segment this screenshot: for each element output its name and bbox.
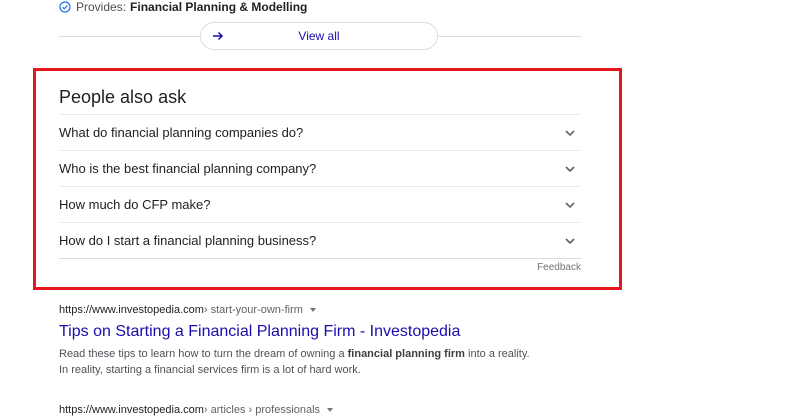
result-domain: https://www.investopedia.com: [59, 404, 204, 416]
search-results-page: Provides: Financial Planning & Modelling…: [0, 0, 800, 420]
paa-question-text: Who is the best financial planning compa…: [59, 161, 317, 176]
feedback-link[interactable]: Feedback: [537, 262, 581, 273]
result-cite[interactable]: https://www.investopedia.com › start-you…: [59, 303, 579, 317]
check-circle-icon: [59, 1, 71, 13]
paa-question-4[interactable]: How do I start a financial planning busi…: [59, 223, 581, 258]
paa-question-3[interactable]: How much do CFP make?: [59, 187, 581, 223]
result-path: › articles › professionals: [203, 404, 321, 416]
provides-value: Financial Planning & Modelling: [130, 0, 308, 14]
result-domain: https://www.investopedia.com: [59, 304, 204, 316]
view-all-button[interactable]: View all: [200, 22, 438, 50]
snippet-bold: financial planning firm: [347, 348, 465, 360]
chevron-down-icon: [565, 129, 575, 136]
paa-question-2[interactable]: Who is the best financial planning compa…: [59, 151, 581, 187]
search-result: https://www.investopedia.com › articles …: [59, 403, 579, 417]
view-all-label: View all: [298, 29, 340, 43]
people-also-ask: People also ask What do financial planni…: [59, 86, 581, 273]
provides-line: Provides: Financial Planning & Modelling: [59, 0, 307, 14]
paa-question-1[interactable]: What do financial planning companies do?: [59, 115, 581, 151]
snippet-text: Read these tips to learn how to turn the…: [59, 348, 348, 360]
paa-question-text: How much do CFP make?: [59, 197, 211, 212]
arrow-right-icon: [213, 31, 224, 41]
snippet-text: into a reality.: [464, 348, 530, 360]
chevron-down-icon: [565, 201, 575, 208]
provides-label: Provides:: [76, 0, 127, 14]
search-result: https://www.investopedia.com › start-you…: [59, 303, 579, 378]
caret-down-icon[interactable]: [309, 306, 317, 314]
chevron-down-icon: [565, 237, 575, 244]
result-title-link[interactable]: Tips on Starting a Financial Planning Fi…: [59, 322, 579, 342]
chevron-down-icon: [565, 165, 575, 172]
paa-title: People also ask: [59, 87, 187, 107]
snippet-text: In reality, starting a financial service…: [59, 364, 361, 376]
paa-question-text: What do financial planning companies do?: [59, 125, 304, 140]
result-snippet: Read these tips to learn how to turn the…: [59, 346, 579, 378]
paa-feedback-row: Feedback: [59, 258, 581, 273]
paa-list: What do financial planning companies do?…: [59, 114, 581, 258]
result-cite[interactable]: https://www.investopedia.com › articles …: [59, 403, 579, 417]
result-path: › start-your-own-firm: [203, 304, 303, 316]
caret-down-icon[interactable]: [326, 406, 334, 414]
paa-question-text: How do I start a financial planning busi…: [59, 233, 317, 248]
